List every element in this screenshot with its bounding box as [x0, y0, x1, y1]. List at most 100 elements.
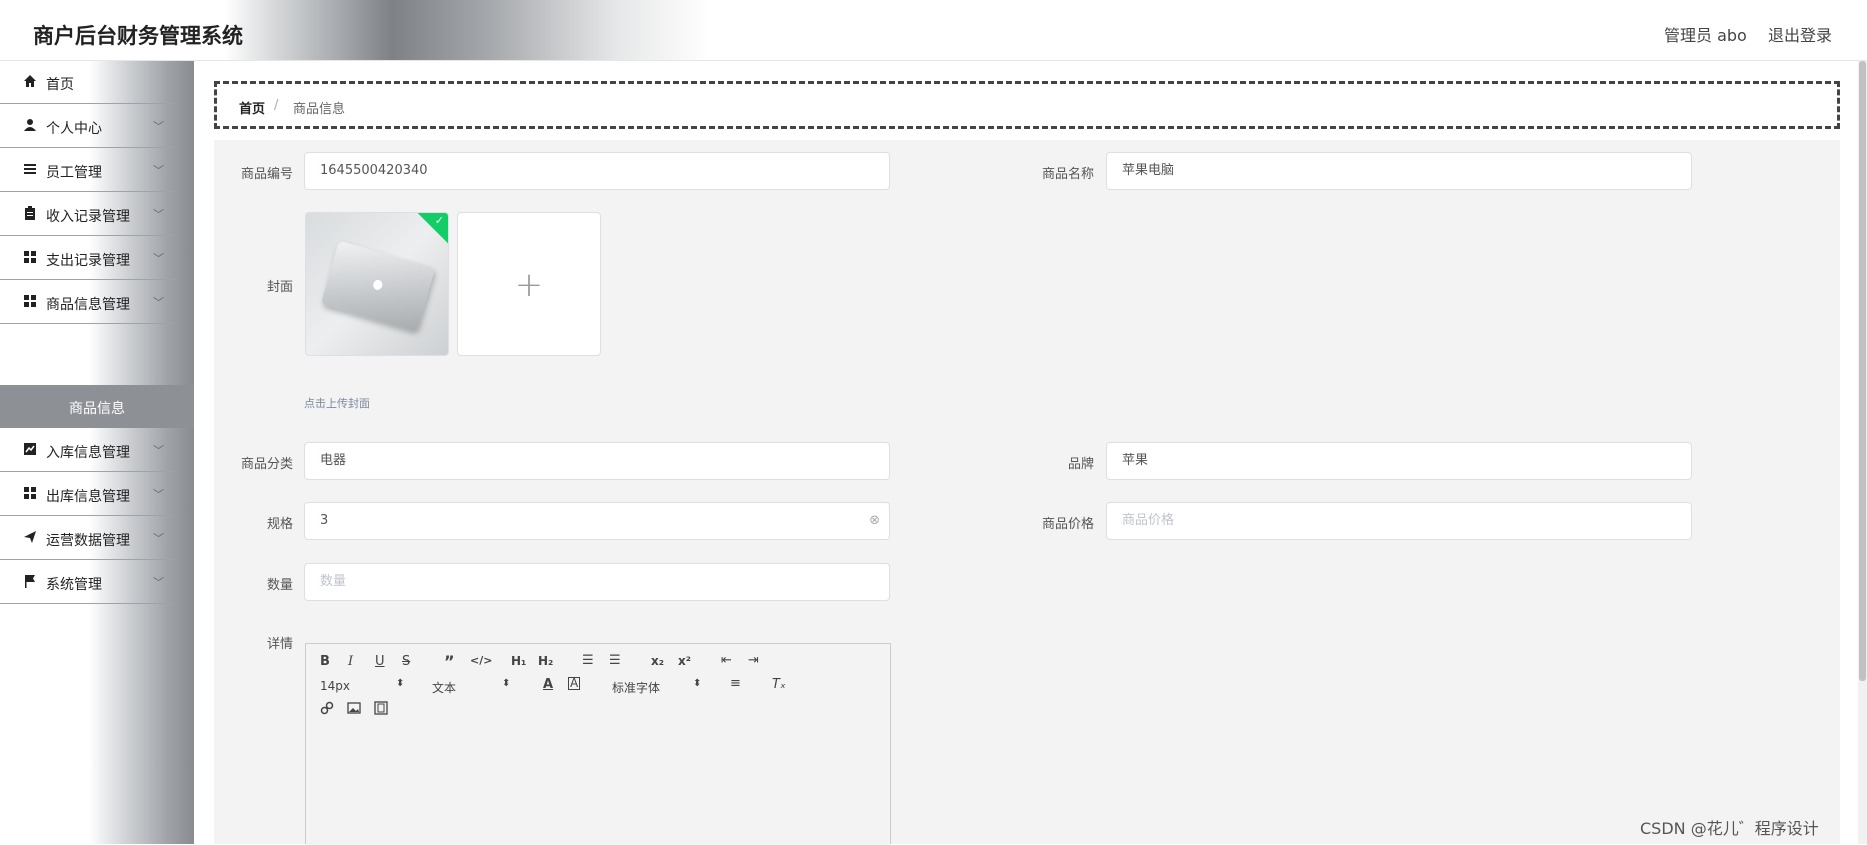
outdent-icon[interactable]: ⇤ [721, 653, 732, 668]
grid-icon [22, 294, 38, 310]
superscript-icon[interactable]: x² [678, 654, 691, 668]
spec-value: 3 [320, 513, 329, 528]
price-input[interactable]: 商品价格 [1106, 502, 1692, 540]
price-placeholder: 商品价格 [1122, 513, 1175, 528]
subscript-icon[interactable]: x₂ [651, 654, 664, 668]
image-icon[interactable] [347, 701, 361, 719]
check-icon: ✓ [434, 214, 444, 227]
watermark-text: CSDN @花儿゛程序设计 [1640, 819, 1819, 838]
cover-label: 封面 [266, 280, 293, 295]
sidebar-subitem-product-info[interactable]: 商品信息 [0, 385, 194, 428]
blockquote-icon[interactable]: ” [444, 652, 455, 671]
align-icon[interactable]: ≡ [730, 676, 741, 691]
sidebar-item-product[interactable]: 商品信息管理 ﹀ [0, 281, 176, 324]
bold-icon[interactable]: B [320, 654, 330, 669]
chart-icon [22, 442, 38, 458]
current-user-label: 管理员 abo [1664, 26, 1747, 45]
sidebar-item-label: 运营数据管理 [46, 533, 130, 549]
send-icon [22, 530, 38, 546]
product-no-label: 商品编号 [240, 167, 293, 182]
spec-label: 规格 [266, 517, 293, 532]
list-icon [22, 162, 38, 178]
chevron-down-icon: ﹀ [153, 532, 164, 545]
plus-icon: + [514, 265, 544, 305]
top-header: 商户后台财务管理系统 管理员 abo 退出登录 [0, 0, 1867, 61]
chevron-down-icon: ﹀ [153, 120, 164, 133]
sidebar-item-label: 入库信息管理 [46, 445, 130, 461]
detail-label: 详情 [266, 637, 293, 652]
chevron-down-icon: ﹀ [153, 488, 164, 501]
flag-icon [22, 574, 38, 590]
indent-icon[interactable]: ⇥ [748, 653, 759, 668]
page-scrollbar[interactable] [1858, 61, 1867, 844]
sidebar-item-system[interactable]: 系统管理 ﹀ [0, 561, 176, 604]
cover-upload-tip: 点击上传封面 [304, 397, 370, 410]
chevron-down-icon: ﹀ [153, 164, 164, 177]
sidebar-item-outbound[interactable]: 出库信息管理 ﹀ [0, 473, 176, 516]
sidebar-item-home[interactable]: 首页 [0, 61, 176, 104]
sidebar-item-label: 首页 [46, 77, 74, 93]
italic-icon[interactable]: I [348, 654, 353, 669]
sidebar-item-label: 系统管理 [46, 577, 102, 593]
sidebar-item-label: 商品信息管理 [46, 297, 130, 313]
product-no-input[interactable]: 1645500420340 [304, 152, 890, 190]
chevron-down-icon: ﹀ [153, 208, 164, 221]
upload-success-badge [416, 213, 448, 245]
brand-label: 品牌 [1067, 457, 1094, 472]
code-block-icon[interactable]: </> [470, 654, 492, 667]
editor-content-area[interactable] [306, 730, 890, 845]
editor-toolbar: B I U S ” </> H₁ H₂ ☰ ☰ x₂ x² ⇤ ⇥ 14px ⬍… [306, 644, 890, 731]
quantity-placeholder: 数量 [320, 574, 347, 589]
grid-icon [22, 486, 38, 502]
breadcrumb-home[interactable]: 首页 [239, 98, 265, 117]
home-icon [22, 74, 38, 90]
laptop-image [320, 240, 436, 332]
category-input[interactable]: 电器 [304, 442, 890, 480]
underline-icon[interactable]: U [375, 654, 385, 669]
sidebar-item-income[interactable]: 收入记录管理 ﹀ [0, 193, 176, 236]
heading2-icon[interactable]: H₂ [538, 654, 553, 668]
spec-input[interactable]: 3 ⊗ [304, 502, 890, 540]
quantity-label: 数量 [266, 578, 293, 593]
bullet-list-icon[interactable]: ☰ [609, 653, 621, 668]
sidebar-item-operations[interactable]: 运营数据管理 ﹀ [0, 517, 176, 560]
rich-text-editor: B I U S ” </> H₁ H₂ ☰ ☰ x₂ x² ⇤ ⇥ 14px ⬍… [305, 643, 891, 845]
video-icon[interactable] [374, 701, 388, 719]
font-size-select[interactable]: 14px [320, 679, 350, 693]
app-title: 商户后台财务管理系统 [33, 24, 243, 48]
heading1-icon[interactable]: H₁ [511, 654, 526, 668]
link-icon[interactable] [320, 701, 334, 719]
clear-format-icon[interactable]: Tₓ [772, 677, 786, 692]
font-color-icon[interactable]: A [543, 677, 553, 692]
cover-thumbnail[interactable]: ✓ [305, 212, 449, 356]
chevron-down-icon: ﹀ [153, 444, 164, 457]
cover-upload-button[interactable]: + [457, 212, 601, 356]
strikethrough-icon[interactable]: S [402, 654, 410, 669]
sidebar-item-label: 出库信息管理 [46, 489, 130, 505]
clear-icon[interactable]: ⊗ [869, 503, 880, 539]
sidebar-item-inbound[interactable]: 入库信息管理 ﹀ [0, 429, 176, 472]
sidebar-item-employee[interactable]: 员工管理 ﹀ [0, 149, 176, 192]
chevron-down-icon: ﹀ [153, 252, 164, 265]
breadcrumb: 首页 / 商品信息 [214, 81, 1840, 129]
sidebar-item-personal-center[interactable]: 个人中心 ﹀ [0, 105, 176, 148]
sidebar-item-expense[interactable]: 支出记录管理 ﹀ [0, 237, 176, 280]
breadcrumb-separator: / [274, 98, 279, 113]
font-family-select[interactable]: 标准字体 [612, 679, 660, 696]
quantity-input[interactable]: 数量 [304, 563, 890, 601]
sidebar-item-label: 收入记录管理 [46, 209, 130, 225]
sidebar-item-label: 个人中心 [46, 121, 102, 137]
price-label: 商品价格 [1041, 517, 1094, 532]
logout-link[interactable]: 退出登录 [1768, 22, 1832, 46]
background-color-icon[interactable]: A [568, 677, 581, 690]
brand-input[interactable]: 苹果 [1106, 442, 1692, 480]
product-name-label: 商品名称 [1041, 167, 1094, 182]
chevron-updown-icon: ⬍ [502, 678, 511, 689]
ordered-list-icon[interactable]: ☰ [582, 653, 594, 668]
scrollbar-thumb[interactable] [1859, 61, 1866, 681]
grid-icon [22, 250, 38, 266]
product-name-input[interactable]: 苹果电脑 [1106, 152, 1692, 190]
block-format-select[interactable]: 文本 [432, 679, 456, 696]
breadcrumb-current: 商品信息 [293, 102, 346, 117]
category-label: 商品分类 [240, 457, 293, 472]
